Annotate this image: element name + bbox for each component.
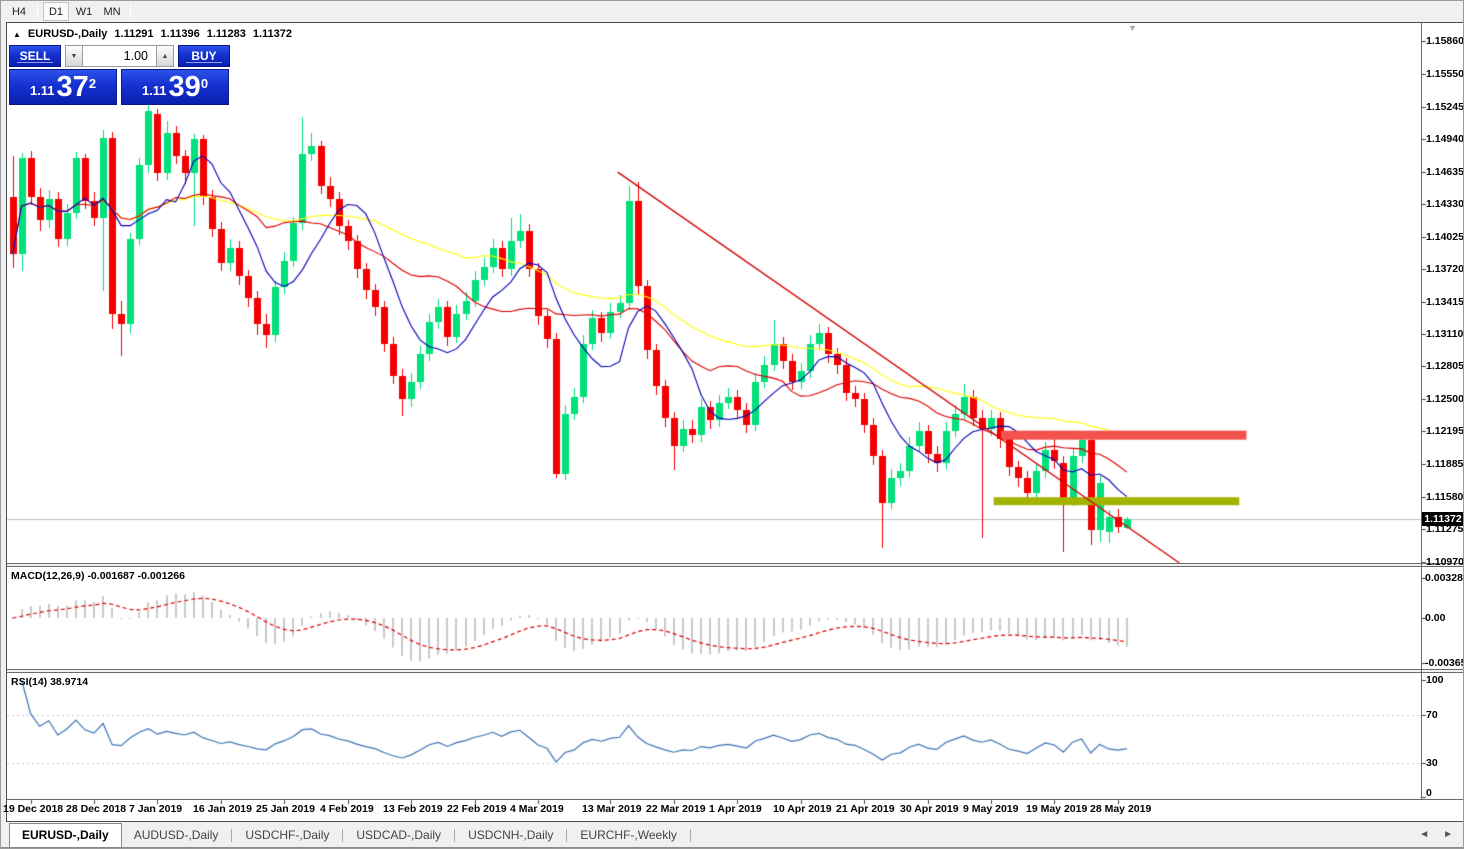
rsi-scale-label: 100 [1426,674,1444,686]
tab-separator [566,829,567,842]
chart-title-bar: ▲ EURUSD-,Daily 1.11291 1.11396 1.11283 … [13,28,292,40]
time-scale-label: 13 Mar 2019 [582,803,642,815]
time-scale-label: 19 May 2019 [1026,803,1087,815]
rsi-scale-label: 70 [1426,709,1438,721]
tab-eurusd-daily[interactable]: EURUSD-,Daily [9,823,122,847]
price-macd-splitter[interactable] [7,563,1463,567]
panel-collapse-icon[interactable]: ▲ [13,30,21,39]
price-scale-label: 1.15245 [1426,101,1464,113]
one-click-trade-panel: SELL ▼ 1.00 ▲ BUY 1.11 37 2 1.11 39 0 [9,45,230,105]
tab-usdcnh-daily[interactable]: USDCNH-,Daily [456,824,565,847]
timeframe-h4-button[interactable]: H4 [6,2,32,21]
price-scale-label: 1.15550 [1426,68,1464,80]
time-scale-label: 13 Feb 2019 [383,803,443,815]
price-scale-label: 1.14940 [1426,133,1464,145]
symbol-title: EURUSD-,Daily [28,28,107,40]
macd-scale-label: 0.003287 [1425,572,1464,584]
volume-up-icon: ▲ [162,53,169,60]
price-scale-label: 1.15860 [1426,35,1464,47]
volume-decrease-button[interactable]: ▼ [65,45,83,67]
time-scale-label: 28 Dec 2018 [66,803,126,815]
volume-down-icon: ▼ [71,53,78,60]
tab-audusd-daily[interactable]: AUDUSD-,Daily [122,824,231,847]
price-scale-label: 1.10970 [1426,556,1464,568]
chart-tabs: EURUSD-,Daily AUDUSD-,Daily USDCHF-,Dail… [9,823,692,847]
time-scale-label: 4 Feb 2019 [320,803,374,815]
rsi-scale-label: 30 [1426,757,1438,769]
time-scale-label: 4 Mar 2019 [510,803,564,815]
sell-button[interactable]: SELL [9,45,61,67]
time-scale-label: 21 Apr 2019 [836,803,895,815]
sell-price-prefix: 1.11 [30,81,55,101]
price-scale-label: 1.12195 [1426,425,1464,437]
tab-scroll-left-icon[interactable]: ◄ [1419,829,1429,840]
time-scale-label: 22 Mar 2019 [646,803,706,815]
price-scale-label: 1.13110 [1426,328,1463,340]
sell-price-big: 37 [57,74,89,101]
time-scale-label: 1 Apr 2019 [709,803,762,815]
volume-increase-button[interactable]: ▲ [156,45,174,67]
time-scale-label: 25 Jan 2019 [256,803,315,815]
timeframe-w1-button[interactable]: W1 [71,2,97,21]
time-scale-label: 16 Jan 2019 [193,803,252,815]
macd-rsi-splitter[interactable] [7,669,1463,673]
price-scale-label: 1.11275 [1426,523,1463,535]
tab-scroll-right-icon[interactable]: ► [1443,829,1453,840]
buy-button[interactable]: BUY [178,45,230,67]
price-scale-label: 1.11580 [1426,491,1463,503]
price-scale-label: 1.14025 [1426,231,1464,243]
buy-price-big: 39 [169,74,201,101]
price-scale-label: 1.11885 [1426,458,1463,470]
ohlc-open: 1.11291 [114,28,153,40]
price-scale-label: 1.12500 [1426,393,1464,405]
tab-usdchf-daily[interactable]: USDCHF-,Daily [233,824,341,847]
buy-price-prefix: 1.11 [142,81,167,101]
price-scale-label: 1.12805 [1426,360,1464,372]
price-scale-divider[interactable] [1421,23,1422,799]
macd-indicator-label: MACD(12,26,9) -0.001687 -0.001266 [11,570,185,582]
macd-scale-label: -0.003659 [1425,657,1464,669]
time-scale-label: 9 May 2019 [963,803,1018,815]
time-scale-label: 19 Dec 2018 [3,803,63,815]
buy-price-button[interactable]: 1.11 39 0 [121,69,229,105]
rsi-scale-label: 0 [1426,787,1432,799]
tab-separator [231,829,232,842]
tab-separator [342,829,343,842]
toolbar-separator [130,4,131,19]
ohlc-close: 1.11372 [253,28,292,40]
price-scale-label: 1.14635 [1426,166,1464,178]
macd-scale-label: 0.00 [1425,612,1445,624]
time-scale-label: 7 Jan 2019 [129,803,182,815]
time-scale-label: 30 Apr 2019 [900,803,959,815]
chart-canvas[interactable] [1,1,1464,849]
ohlc-low: 1.11283 [207,28,246,40]
sell-price-pipette: 2 [89,79,96,89]
time-scale-label: 10 Apr 2019 [773,803,832,815]
time-axis-border [7,799,1463,800]
time-scale-label: 22 Feb 2019 [447,803,507,815]
price-scale-label: 1.13720 [1426,263,1464,275]
rsi-indicator-label: RSI(14) 38.9714 [11,676,88,688]
buy-price-pipette: 0 [201,79,208,89]
timeframe-mn-button[interactable]: MN [99,2,125,21]
toolbar-separator [37,4,38,19]
time-scale-label: 28 May 2019 [1090,803,1151,815]
timeframe-toolbar: H4 D1 W1 MN [1,1,1463,22]
price-scale-label: 1.14330 [1426,198,1464,210]
chart-shift-marker-icon: ▼ [1128,23,1137,33]
ohlc-high: 1.11396 [161,28,200,40]
timeframe-d1-button[interactable]: D1 [43,2,69,21]
price-scale-label: 1.13415 [1426,296,1464,308]
tab-eurchf-weekly[interactable]: EURCHF-,Weekly [568,824,688,847]
tab-usdcad-daily[interactable]: USDCAD-,Daily [344,824,453,847]
chart-tab-bar: EURUSD-,Daily AUDUSD-,Daily USDCHF-,Dail… [1,823,1463,848]
terminal-window: H4 D1 W1 MN ▼ ▲ EURUSD-,Daily 1.11291 1.… [0,0,1464,849]
tab-separator [690,829,691,842]
volume-input[interactable]: 1.00 [83,45,156,67]
tab-separator [454,829,455,842]
sell-price-button[interactable]: 1.11 37 2 [9,69,117,105]
